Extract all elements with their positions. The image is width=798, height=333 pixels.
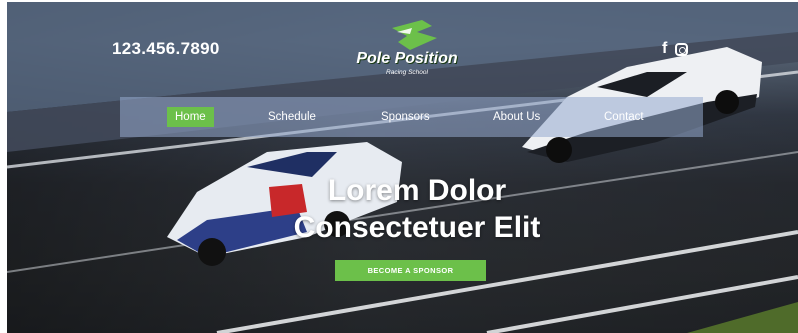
nav-sponsors[interactable]: Sponsors [381,107,430,127]
hero-headline: Lorem Dolor Consectetuer Elit [237,172,597,246]
page-frame: 123.456.7890 Pole Position Racing School… [0,0,798,333]
logo-mark-icon [392,20,437,50]
social-links: f [662,40,689,58]
facebook-icon[interactable]: f [662,40,667,58]
hero-banner: 123.456.7890 Pole Position Racing School… [7,2,798,333]
phone-number[interactable]: 123.456.7890 [112,39,220,59]
nav-contact[interactable]: Contact [604,107,644,127]
nav-home[interactable]: Home [167,107,214,127]
main-nav: Home Schedule Sponsors About Us Contact [120,97,703,137]
logo-subtitle: Racing School [386,69,428,76]
nav-schedule[interactable]: Schedule [268,107,316,127]
logo[interactable]: Pole Position Racing School [352,18,462,88]
instagram-icon[interactable] [675,42,689,56]
logo-title: Pole Position [356,50,458,67]
hero-headline-line1: Lorem Dolor [327,174,507,207]
nav-about-us[interactable]: About Us [493,107,540,127]
hero-headline-line2: Consectetuer Elit [293,211,541,244]
become-sponsor-button[interactable]: BECOME A SPONSOR [335,260,486,281]
